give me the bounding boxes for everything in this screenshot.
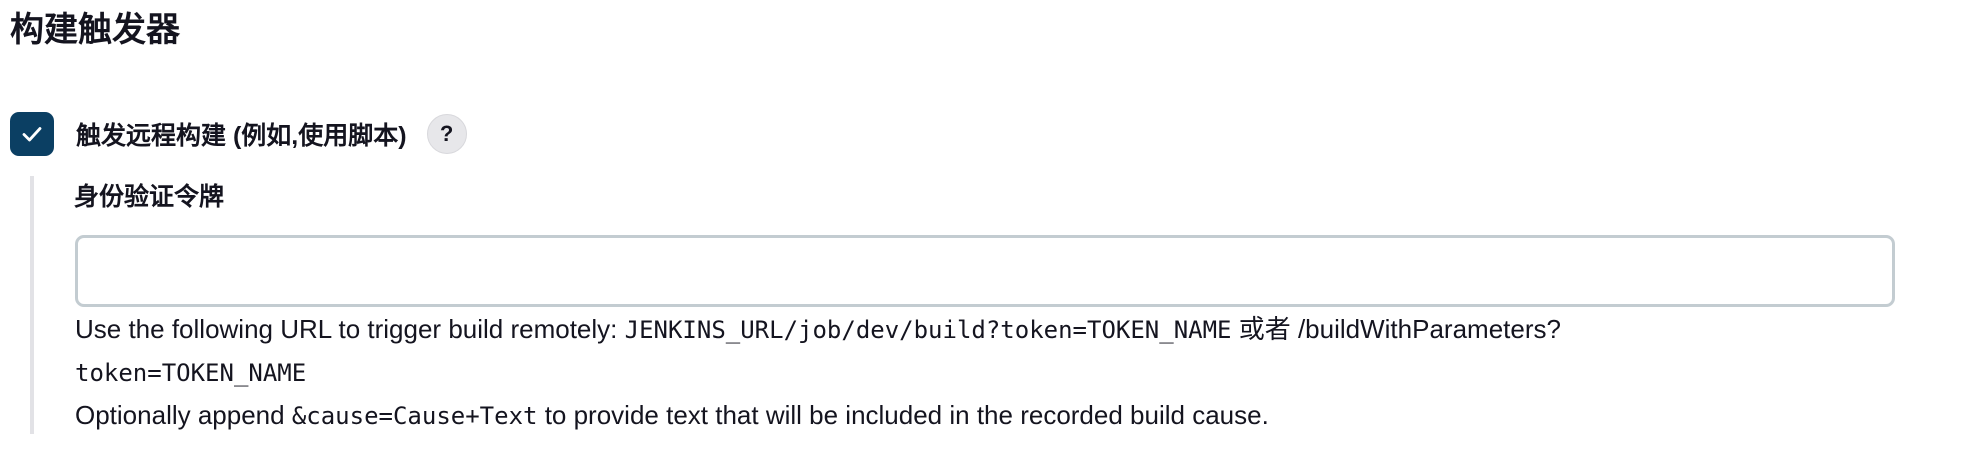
trigger-remote-options: 身份验证令牌 Use the following URL to trigger … [30, 176, 1914, 434]
auth-token-label: 身份验证令牌 [74, 183, 225, 211]
help-cause-prefix: Optionally append [75, 400, 292, 430]
help-cause-suffix: to provide text that will be included in… [537, 400, 1269, 430]
check-icon [22, 127, 42, 142]
question-mark-icon: ? [439, 121, 454, 146]
help-params-path: /buildWithParameters? [1297, 314, 1561, 344]
auth-token-input[interactable] [75, 235, 1895, 307]
section-title: 构建触发器 [10, 11, 180, 49]
help-or-text: 或者 [1231, 314, 1298, 344]
help-button[interactable]: ? [426, 114, 467, 154]
help-url-prefix: Use the following URL to trigger build r… [75, 314, 625, 344]
trigger-help-text: Use the following URL to trigger build r… [75, 308, 1895, 437]
trigger-help-line-cause: Optionally append &cause=Cause+Text to p… [75, 394, 1895, 437]
help-cause-param: &cause=Cause+Text [291, 402, 538, 430]
trigger-help-line-url: Use the following URL to trigger build r… [75, 308, 1895, 394]
trigger-remote-checkbox[interactable] [10, 112, 54, 156]
help-params-token: token=TOKEN_NAME [75, 359, 307, 387]
trigger-remote-row: 触发远程构建 (例如,使用脚本) ? [10, 111, 467, 157]
help-build-url: JENKINS_URL/job/dev/build?token=TOKEN_NA… [624, 316, 1232, 344]
trigger-remote-label[interactable]: 触发远程构建 (例如,使用脚本) [76, 116, 407, 152]
